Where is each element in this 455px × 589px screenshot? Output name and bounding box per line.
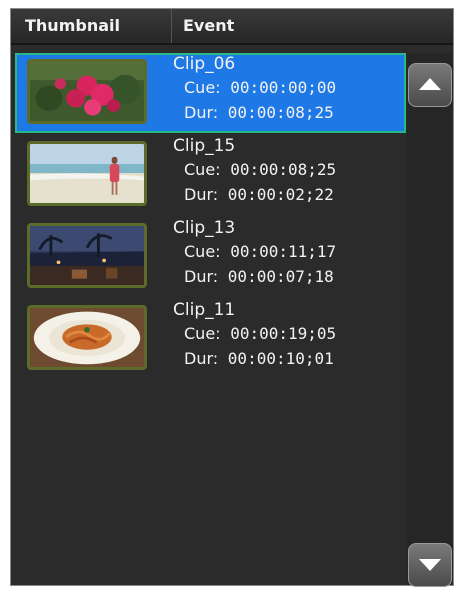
event-list-panel: Thumbnail Event Clip_06 Cue: 00:00:00;00… bbox=[10, 8, 454, 587]
event-row[interactable]: Clip_11 Cue: 00:00:19;05 Dur: 00:00:10;0… bbox=[15, 299, 406, 379]
event-column-header[interactable]: Event bbox=[183, 9, 234, 43]
dur-value: 00:00:02;22 bbox=[227, 185, 334, 204]
beach-woman-image bbox=[30, 144, 144, 203]
event-row[interactable]: Clip_06 Cue: 00:00:00;00 Dur: 00:00:08;2… bbox=[15, 53, 406, 133]
cue-value: 00:00:19;05 bbox=[230, 324, 337, 343]
thumbnail-column-header[interactable]: Thumbnail bbox=[25, 9, 171, 43]
pasta-plate-image bbox=[30, 308, 144, 367]
clip-title: Clip_13 bbox=[173, 218, 236, 238]
dur-value: 00:00:08;25 bbox=[227, 103, 334, 122]
event-row[interactable]: Clip_15 Cue: 00:00:08;25 Dur: 00:00:02;2… bbox=[15, 135, 406, 215]
cue-label: Cue: bbox=[184, 78, 221, 97]
cue-value: 00:00:08;25 bbox=[230, 160, 337, 179]
dur-value: 00:00:10;01 bbox=[227, 349, 334, 368]
triangle-down-icon bbox=[419, 559, 441, 571]
cue-time: Cue: 00:00:00;00 bbox=[184, 78, 336, 97]
pink-flowers-image bbox=[30, 62, 144, 121]
clip-title: Clip_06 bbox=[173, 54, 236, 74]
dur-label: Dur: bbox=[184, 103, 219, 122]
duration-time: Dur: 00:00:02;22 bbox=[184, 185, 334, 204]
column-divider[interactable] bbox=[171, 9, 172, 43]
vertical-scrollbar[interactable] bbox=[407, 53, 453, 587]
cue-time: Cue: 00:00:19;05 bbox=[184, 324, 336, 343]
triangle-up-icon bbox=[419, 78, 441, 90]
cue-value: 00:00:00;00 bbox=[230, 78, 337, 97]
cue-label: Cue: bbox=[184, 242, 221, 261]
duration-time: Dur: 00:00:10;01 bbox=[184, 349, 334, 368]
duration-time: Dur: 00:00:08;25 bbox=[184, 103, 334, 122]
clip-thumbnail[interactable] bbox=[27, 59, 147, 124]
event-list: Clip_06 Cue: 00:00:00;00 Dur: 00:00:08;2… bbox=[15, 53, 407, 583]
scroll-up-button[interactable] bbox=[408, 63, 452, 107]
cue-time: Cue: 00:00:08;25 bbox=[184, 160, 336, 179]
clip-thumbnail[interactable] bbox=[27, 141, 147, 206]
duration-time: Dur: 00:00:07;18 bbox=[184, 267, 334, 286]
scroll-down-button[interactable] bbox=[408, 543, 452, 587]
clip-title: Clip_15 bbox=[173, 136, 236, 156]
clip-title: Clip_11 bbox=[173, 300, 236, 320]
cue-value: 00:00:11;17 bbox=[230, 242, 337, 261]
dur-label: Dur: bbox=[184, 185, 219, 204]
cue-label: Cue: bbox=[184, 160, 221, 179]
dur-value: 00:00:07;18 bbox=[227, 267, 334, 286]
clip-thumbnail[interactable] bbox=[27, 223, 147, 288]
cue-label: Cue: bbox=[184, 324, 221, 343]
cue-time: Cue: 00:00:11;17 bbox=[184, 242, 336, 261]
event-row[interactable]: Clip_13 Cue: 00:00:11;17 Dur: 00:00:07;1… bbox=[15, 217, 406, 297]
clip-thumbnail[interactable] bbox=[27, 305, 147, 370]
dur-label: Dur: bbox=[184, 267, 219, 286]
dur-label: Dur: bbox=[184, 349, 219, 368]
column-header: Thumbnail Event bbox=[11, 9, 453, 45]
dusk-restaurant-image bbox=[30, 226, 144, 285]
